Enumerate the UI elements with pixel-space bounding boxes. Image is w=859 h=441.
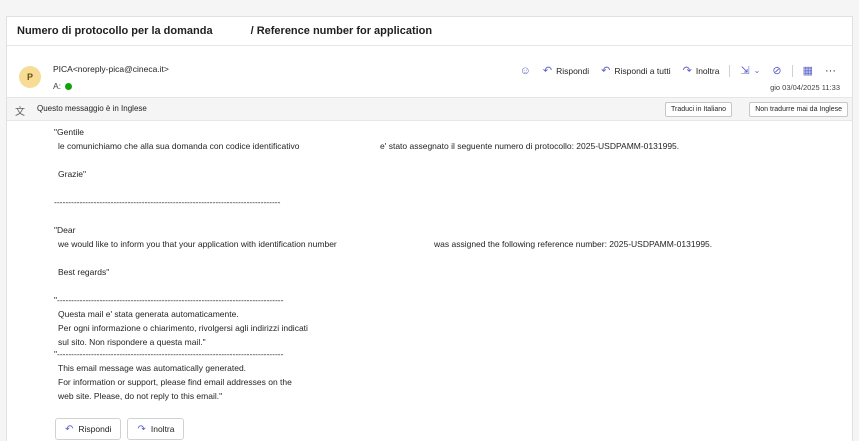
toolbar-divider <box>729 64 731 77</box>
recipient-line: A: <box>53 81 73 91</box>
link-button[interactable]: ⊘ <box>768 62 785 79</box>
bottom-forward-button[interactable]: ↷ Inoltra <box>127 418 185 440</box>
reply-arrow-icon: ↶ <box>65 423 74 435</box>
body-line: sul sito. Non rispondere a questa mail." <box>58 337 206 347</box>
body-line: was assigned the following reference num… <box>434 239 713 249</box>
reply-all-button[interactable]: ↶ Rispondi a tutti <box>597 62 674 79</box>
body-line: Best regards" <box>58 267 110 277</box>
message-actions: ☺ ↶ Rispondi ↶ Rispondi a tutti ↷ Inoltra ⇲… <box>516 62 840 79</box>
move-folder-icon: ⇲ <box>740 65 750 77</box>
reply-button[interactable]: ↶ Rispondi <box>539 62 593 79</box>
sender-avatar[interactable]: P <box>19 66 41 88</box>
forward-label: Inoltra <box>695 65 720 76</box>
recipient-label: A: <box>53 81 62 91</box>
divider-line: "---------------------------------------… <box>54 295 284 305</box>
smiley-icon: ☺ <box>519 64 531 77</box>
chevron-down-icon: ⌄ <box>753 66 761 75</box>
emoji-reaction-button[interactable]: ☺ <box>516 63 535 79</box>
grid-icon: ▦ <box>802 65 813 77</box>
divider-line: "---------------------------------------… <box>54 349 284 359</box>
body-line: Per ogni informazione o chiarimento, riv… <box>58 323 308 333</box>
sender-name[interactable]: PICA<noreply-pica@cineca.it> <box>53 64 169 74</box>
more-dots-icon: ··· <box>825 64 836 77</box>
link-icon: ⊘ <box>772 65 782 77</box>
reply-all-label: Rispondi a tutti <box>614 65 671 76</box>
more-options-button[interactable]: ··· <box>821 63 840 79</box>
body-line: Grazie" <box>58 169 87 179</box>
bottom-reply-label: Rispondi <box>78 424 112 434</box>
body-line: web site. Please, do not reply to this e… <box>58 391 223 401</box>
translation-bar: 文 Questo messaggio è in Inglese Traduci … <box>7 97 852 121</box>
subject-part-it: Numero di protocollo per la domanda <box>17 25 213 37</box>
email-subject: Numero di protocollo per la domanda / Ref… <box>7 17 852 46</box>
move-to-button[interactable]: ⇲ ⌄ <box>736 62 764 79</box>
body-line: le comunichiamo che alla sua domanda con… <box>58 141 300 151</box>
body-line: e' stato assegnato il seguente numero di… <box>380 141 680 151</box>
body-line: "Gentile <box>54 127 84 137</box>
bottom-forward-label: Inoltra <box>150 424 175 434</box>
body-line: we would like to inform you that your ap… <box>58 239 337 249</box>
body-line: This email message was automatically gen… <box>58 363 247 373</box>
forward-arrow-icon: ↷ <box>137 423 146 435</box>
received-date: gio 03/04/2025 11:33 <box>770 83 840 92</box>
translate-button[interactable]: Traduci in Italiano <box>665 102 732 117</box>
email-reading-pane: Numero di protocollo per la domanda / Ref… <box>6 16 853 441</box>
apps-button[interactable]: ▦ <box>799 62 817 79</box>
toolbar-divider <box>791 64 793 77</box>
translate-icon: 文 <box>15 107 25 118</box>
translation-message: Questo messaggio è in Inglese <box>37 104 147 113</box>
reply-arrow-icon: ↶ <box>542 65 553 77</box>
body-line: Questa mail e' stata generata automatica… <box>58 309 239 319</box>
forward-button[interactable]: ↷ Inoltra <box>679 62 724 79</box>
subject-part-en: / Reference number for application <box>250 25 433 37</box>
body-line: For information or support, please find … <box>58 377 292 387</box>
presence-available-icon <box>65 83 73 91</box>
reply-label: Rispondi <box>556 65 590 76</box>
body-line: "Dear <box>54 225 76 235</box>
reply-all-arrow-icon: ↶ <box>601 65 611 77</box>
divider-line: ----------------------------------------… <box>54 197 281 207</box>
bottom-actions: ↶ Rispondi ↷ Inoltra <box>55 418 185 440</box>
forward-arrow-icon: ↷ <box>682 65 692 77</box>
never-translate-button[interactable]: Non tradurre mai da Inglese <box>749 102 848 117</box>
bottom-reply-button[interactable]: ↶ Rispondi <box>55 418 122 440</box>
